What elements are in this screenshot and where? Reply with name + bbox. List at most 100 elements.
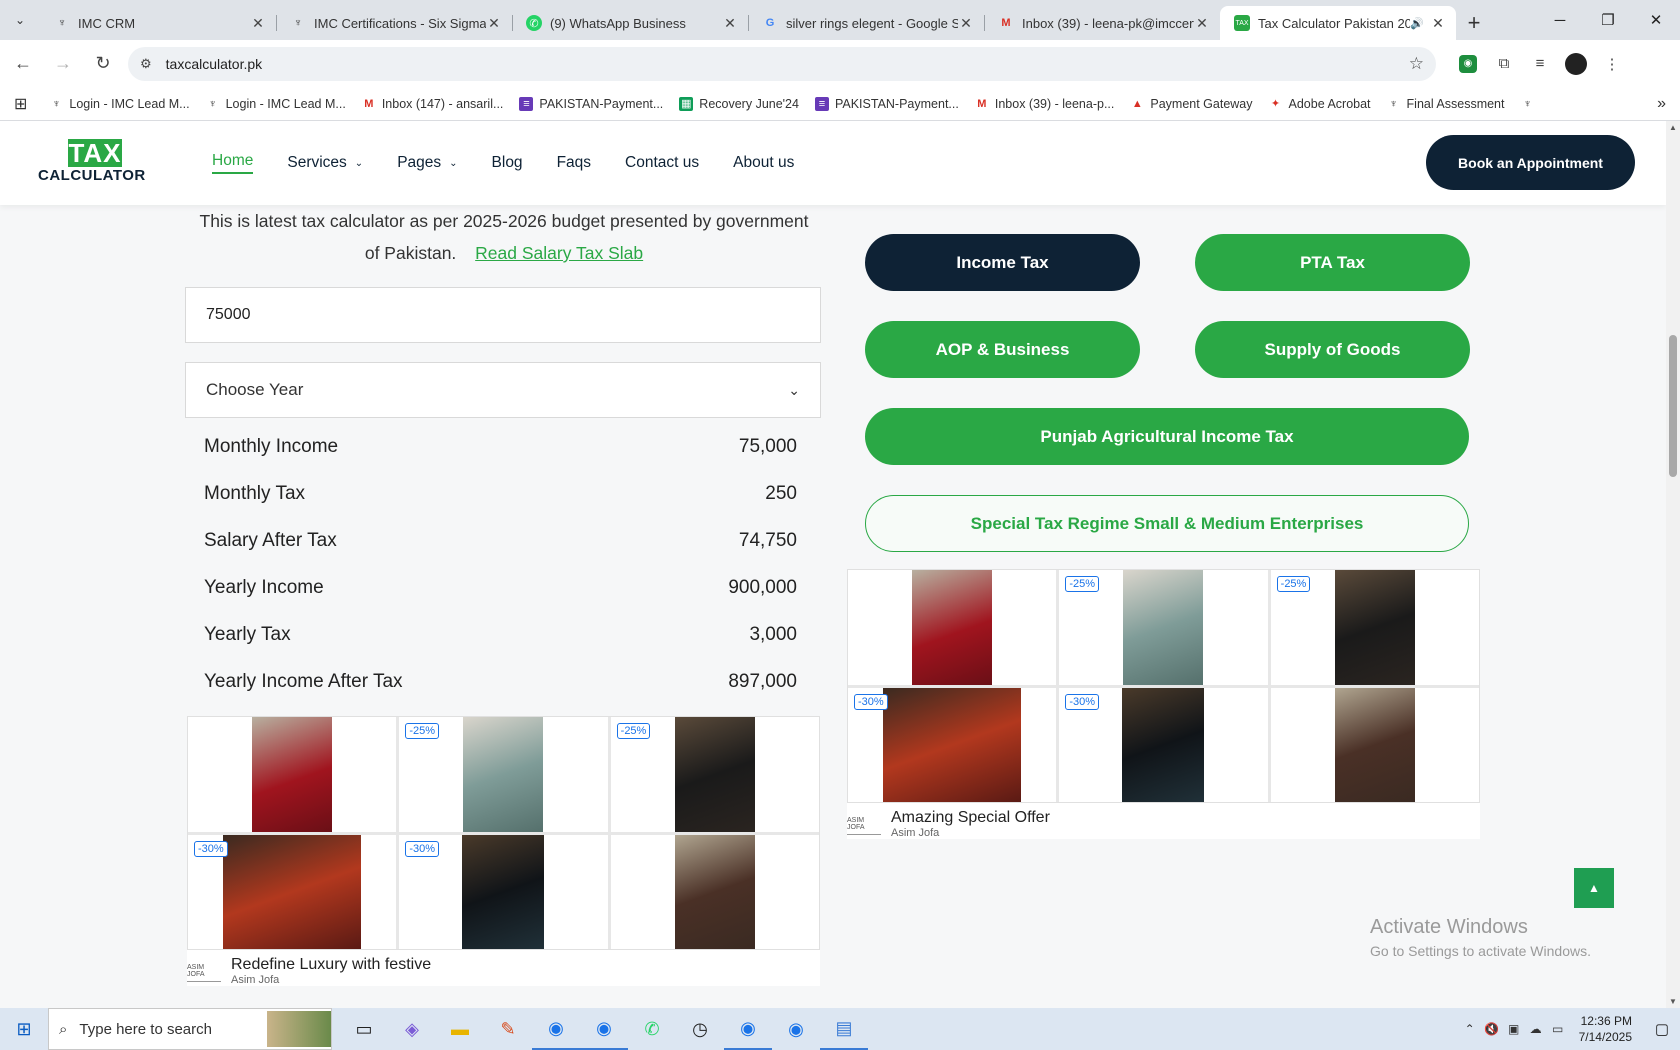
back-arrow-icon[interactable]: ← <box>6 47 40 81</box>
profile-avatar[interactable] <box>1565 52 1587 75</box>
taskbar-search[interactable]: ⌕ Type here to search <box>48 1008 332 1050</box>
extensions-puzzle-icon[interactable]: ⧉ <box>1486 47 1522 81</box>
scroll-to-top-button[interactable]: ▲ <box>1574 868 1614 908</box>
chrome-icon[interactable]: ◉ <box>532 1008 580 1050</box>
network-icon[interactable]: ▭ <box>1547 1022 1569 1036</box>
nav-about[interactable]: About us <box>733 152 794 174</box>
chrome-icon[interactable]: ◉ <box>580 1008 628 1050</box>
meet-now-icon[interactable]: ▣ <box>1503 1022 1525 1036</box>
ad-product[interactable] <box>610 834 819 949</box>
extension-green-icon[interactable]: ◉ <box>1459 54 1477 73</box>
chrome-icon[interactable]: ◉ <box>772 1008 820 1050</box>
paint-icon[interactable]: ✎ <box>484 1008 532 1050</box>
clock-app-icon[interactable]: ◷ <box>676 1008 724 1050</box>
reload-icon[interactable]: ↻ <box>86 47 120 81</box>
address-bar[interactable]: ⚙ taxcalculator.pk ☆ <box>128 46 1436 81</box>
show-hidden-icons-icon[interactable]: ⌃ <box>1459 1022 1481 1036</box>
windows-start-icon[interactable]: ⊞ <box>0 1008 48 1050</box>
new-tab-plus-icon[interactable]: + <box>1456 6 1492 40</box>
taskbar-clock[interactable]: 12:36 PM 7/14/2025 <box>1579 1013 1632 1045</box>
nav-contact[interactable]: Contact us <box>625 152 699 174</box>
bookmark-item[interactable]: ♆ <box>1521 97 1541 111</box>
ad-product[interactable] <box>188 717 397 832</box>
forward-arrow-icon[interactable]: → <box>46 47 80 81</box>
ad-right[interactable]: ⓘ ✕ -25% -25% -30% -30% ASIM JOFA Amazin… <box>847 569 1480 839</box>
close-icon[interactable]: ✕ <box>486 15 502 32</box>
bookmark-item[interactable]: ▦ Recovery June'24 <box>679 96 799 111</box>
nav-services[interactable]: Services ⌄ <box>287 152 363 174</box>
scroll-down-arrow-icon[interactable]: ▼ <box>1666 997 1680 1006</box>
tab-whatsapp[interactable]: ✆ (9) WhatsApp Business ✕ <box>512 6 748 40</box>
tab-imc-certifications[interactable]: ♆ IMC Certifications - Six Sigma C ✕ <box>276 6 512 40</box>
year-select[interactable]: Choose Year ⌄ <box>185 362 821 418</box>
ad-left[interactable]: ⓘ ✕ -25% -25% -30% -30% ASIM JOFA Redefi… <box>187 716 820 986</box>
supply-of-goods-button[interactable]: Supply of Goods <box>1195 321 1470 378</box>
copilot-icon[interactable]: ◈ <box>388 1008 436 1050</box>
ad-product[interactable]: -25% <box>399 717 608 832</box>
ad-product[interactable]: -25% <box>1059 570 1268 685</box>
bookmark-item[interactable]: M Inbox (147) - ansaril... <box>362 97 503 111</box>
ad-product[interactable] <box>848 570 1057 685</box>
speaker-icon[interactable]: 🔊 <box>1410 17 1424 30</box>
apps-grid-icon[interactable]: ⊞ <box>14 94 27 114</box>
nav-pages[interactable]: Pages ⌄ <box>397 152 457 174</box>
bookmark-item[interactable]: ✦ Adobe Acrobat <box>1269 97 1371 111</box>
close-icon[interactable]: ✕ <box>722 15 738 32</box>
tab-google-search[interactable]: G silver rings elegent - Google Se ✕ <box>748 6 984 40</box>
nav-faqs[interactable]: Faqs <box>557 152 591 174</box>
tab-tax-calculator[interactable]: TAX Tax Calculator Pakistan 202 🔊 ✕ <box>1220 6 1456 40</box>
close-icon[interactable]: ✕ <box>250 15 266 32</box>
tab-search-chevron-icon[interactable]: ⌄ <box>0 0 40 40</box>
media-controls-icon[interactable]: ≡ <box>1522 47 1558 81</box>
close-icon[interactable]: ✕ <box>1194 15 1210 32</box>
close-icon[interactable]: ✕ <box>958 15 974 32</box>
page-scrollbar[interactable]: ▲ ▼ <box>1666 121 1680 1008</box>
task-view-icon[interactable]: ▭ <box>340 1008 388 1050</box>
notifications-icon[interactable]: ▢ <box>1644 1020 1680 1038</box>
ad-product[interactable]: -30% <box>399 834 608 949</box>
close-window-icon[interactable]: ✕ <box>1632 0 1680 40</box>
url-text[interactable]: taxcalculator.pk <box>166 56 1409 72</box>
ad-product[interactable] <box>1270 687 1479 802</box>
site-logo[interactable]: TAX CALCULATOR <box>38 137 152 189</box>
salary-slab-link[interactable]: Read Salary Tax Slab <box>475 243 643 263</box>
menu-kebab-icon[interactable]: ⋮ <box>1594 47 1630 81</box>
book-appointment-button[interactable]: Book an Appointment <box>1426 135 1635 190</box>
site-info-icon[interactable]: ⚙ <box>140 56 152 72</box>
pta-tax-button[interactable]: PTA Tax <box>1195 234 1470 291</box>
file-explorer-icon[interactable]: ▬ <box>436 1008 484 1050</box>
income-input[interactable] <box>185 287 821 343</box>
punjab-agricultural-tax-button[interactable]: Punjab Agricultural Income Tax <box>865 408 1469 465</box>
ad-footer[interactable]: ASIM JOFA Amazing Special Offer Asim Jof… <box>847 809 1480 839</box>
special-tax-regime-button[interactable]: Special Tax Regime Small & Medium Enterp… <box>865 495 1469 552</box>
aop-business-button[interactable]: AOP & Business <box>865 321 1140 378</box>
weather-icon[interactable]: ☁ <box>1525 1022 1547 1036</box>
whatsapp-icon[interactable]: ✆ <box>628 1008 676 1050</box>
scrollbar-thumb[interactable] <box>1669 335 1677 477</box>
ad-product[interactable]: -30% <box>1059 687 1268 802</box>
bookmark-item[interactable]: M Inbox (39) - leena-p... <box>975 97 1114 111</box>
scroll-up-arrow-icon[interactable]: ▲ <box>1666 123 1680 132</box>
chrome-icon[interactable]: ◉ <box>724 1008 772 1050</box>
bookmarks-overflow-icon[interactable]: » <box>1657 95 1666 113</box>
notepad-icon[interactable]: ▤ <box>820 1008 868 1050</box>
tab-gmail-inbox[interactable]: M Inbox (39) - leena-pk@imccerti ✕ <box>984 6 1220 40</box>
ad-product[interactable]: -30% <box>188 834 397 949</box>
bookmark-star-icon[interactable]: ☆ <box>1409 54 1424 74</box>
close-icon[interactable]: ✕ <box>1430 15 1446 32</box>
tab-imc-crm[interactable]: ♆ IMC CRM ✕ <box>40 6 276 40</box>
bookmark-item[interactable]: ♆ Login - IMC Lead M... <box>49 97 189 111</box>
nav-blog[interactable]: Blog <box>492 152 523 174</box>
bookmark-item[interactable]: ▲ Payment Gateway <box>1130 97 1253 111</box>
ad-product[interactable]: -25% <box>610 717 819 832</box>
nav-home[interactable]: Home <box>212 152 254 174</box>
ad-footer[interactable]: ASIM JOFA Redefine Luxury with festive A… <box>187 956 820 986</box>
ad-product[interactable]: -25% <box>1270 570 1479 685</box>
minimize-icon[interactable]: ─ <box>1536 0 1584 40</box>
ad-product[interactable]: -30% <box>848 687 1057 802</box>
bookmark-item[interactable]: ≡ PAKISTAN-Payment... <box>814 96 959 111</box>
bookmark-item[interactable]: ≡ PAKISTAN-Payment... <box>519 96 663 111</box>
bookmark-item[interactable]: ♆ Final Assessment <box>1387 97 1504 111</box>
income-tax-button[interactable]: Income Tax <box>865 234 1140 291</box>
restore-icon[interactable]: ❐ <box>1584 0 1632 40</box>
